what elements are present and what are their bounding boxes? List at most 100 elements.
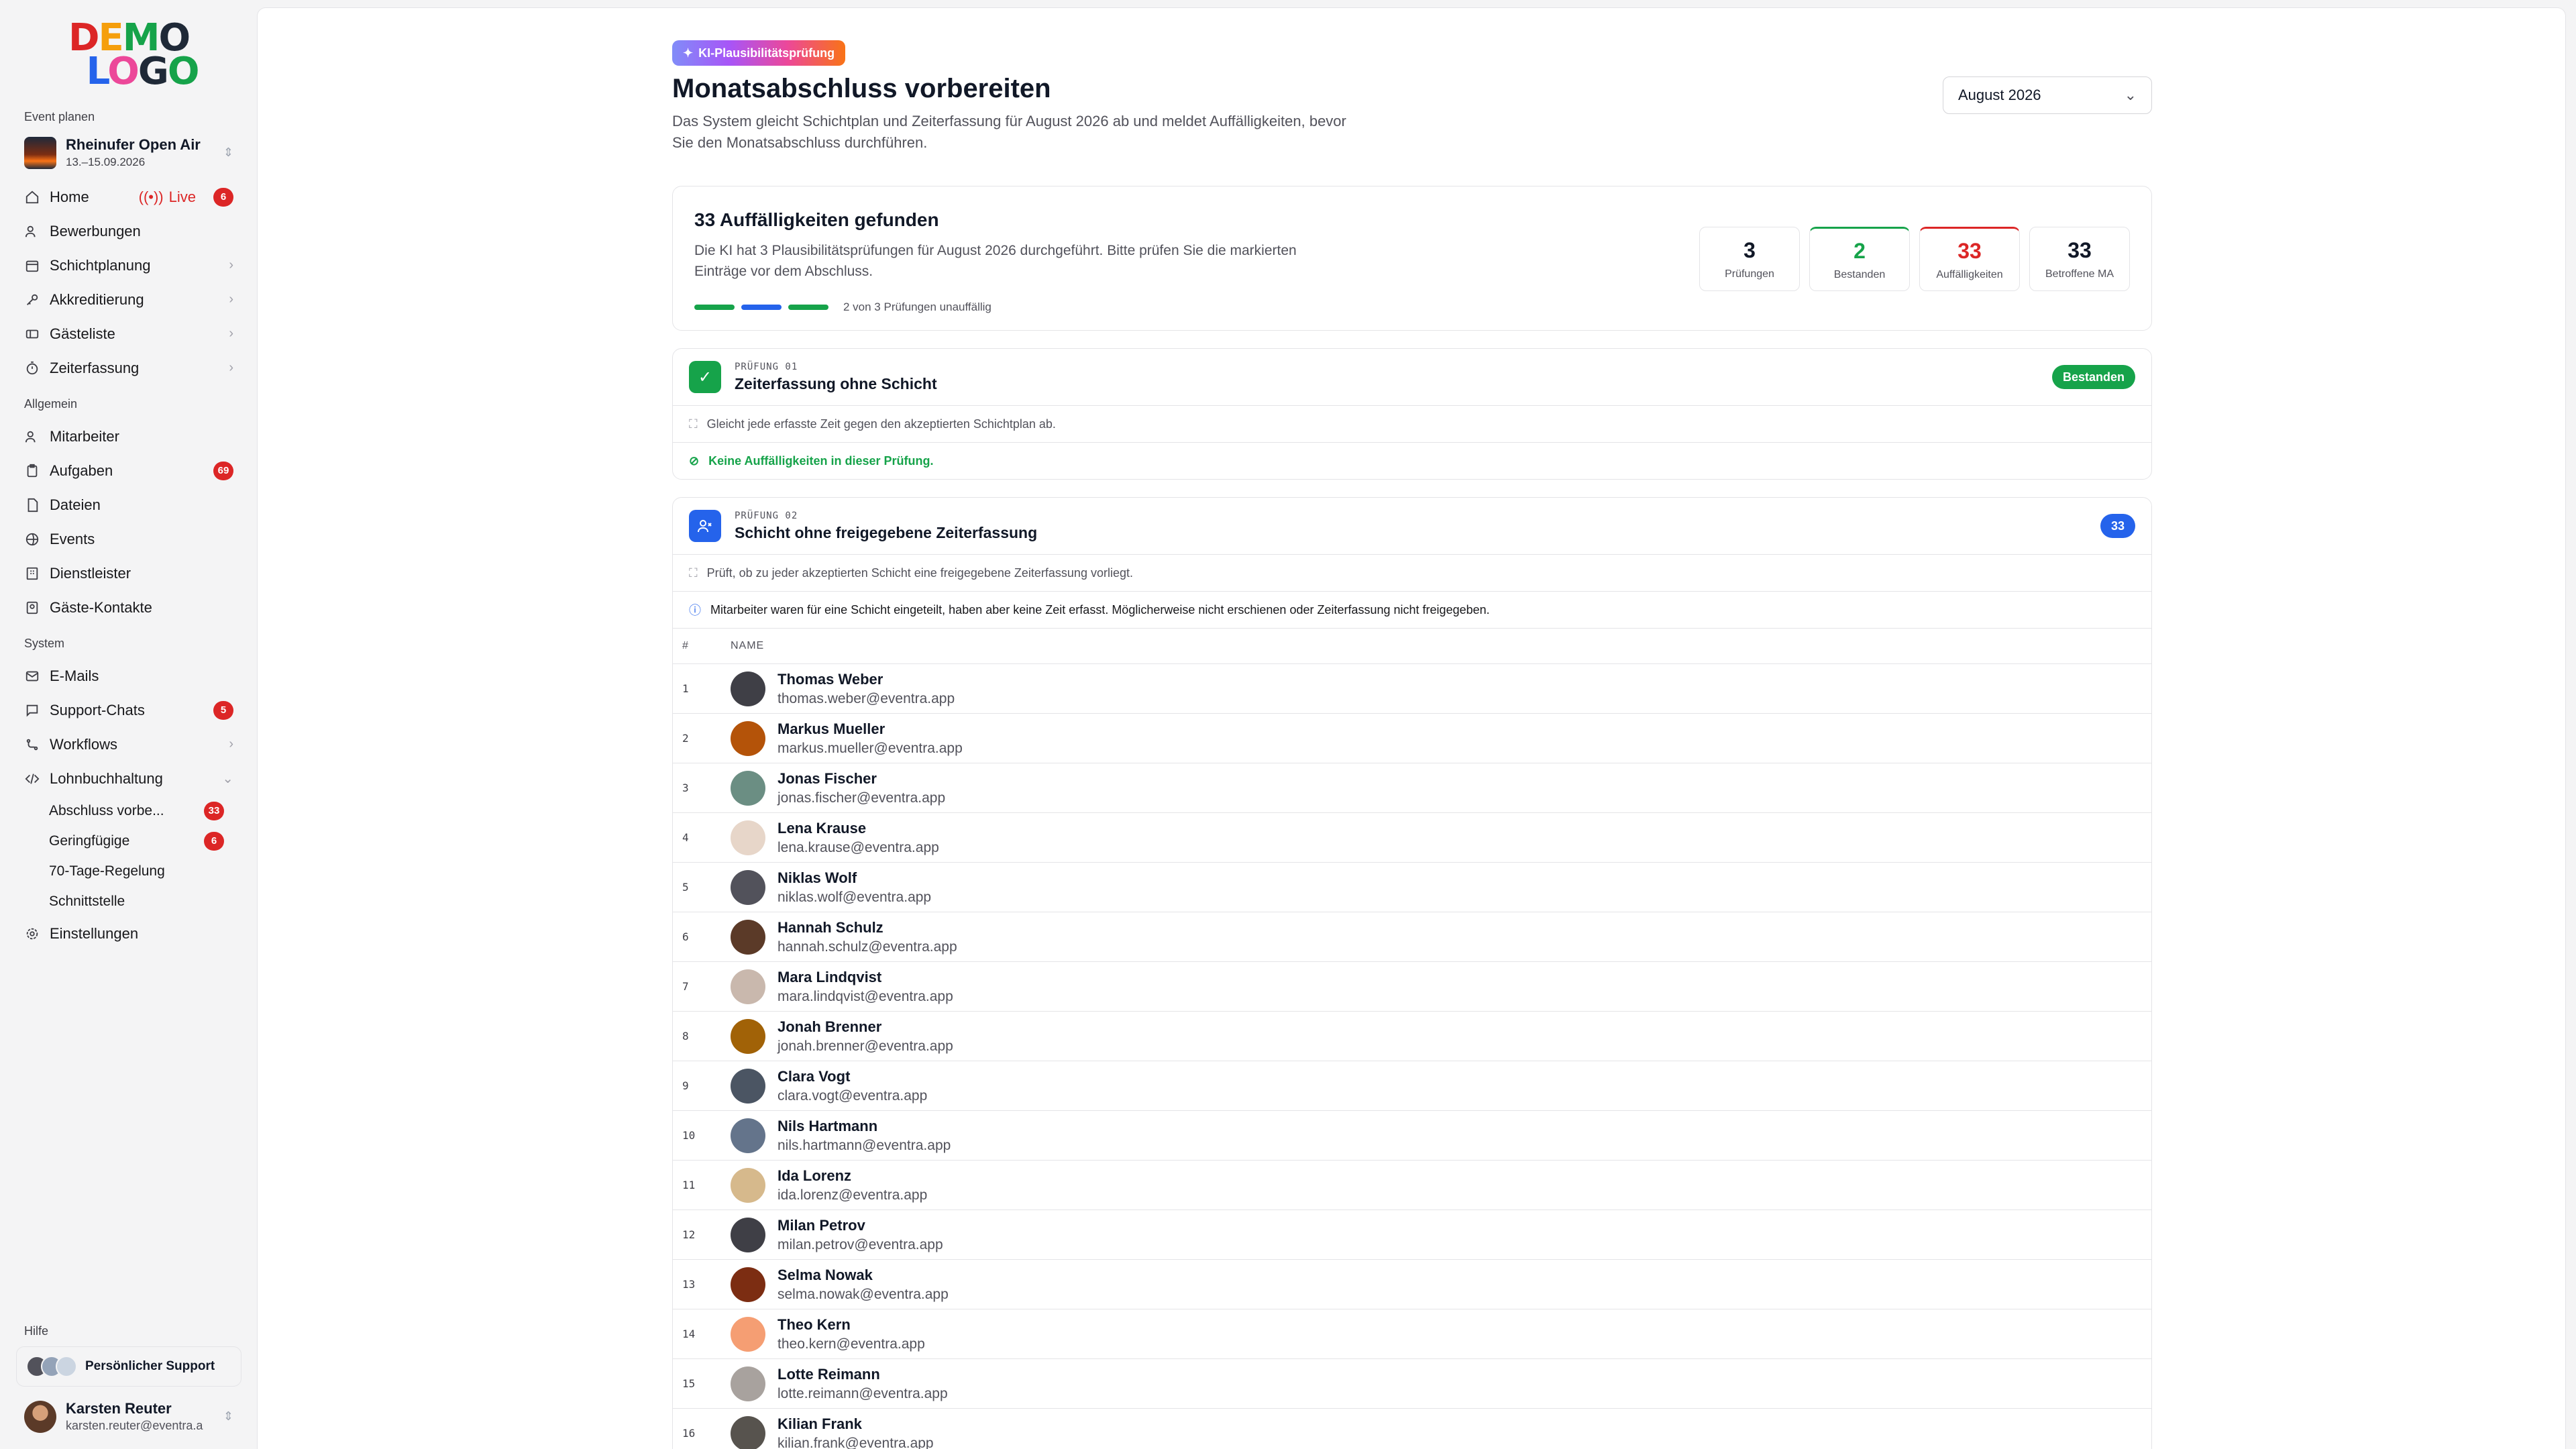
avatar bbox=[731, 969, 765, 1004]
sidebar-item-akkreditierung[interactable]: Akkreditierung › bbox=[16, 282, 241, 317]
column-header-name: NAME bbox=[731, 640, 765, 651]
table-row[interactable]: 14 Theo Kern theo.kern@eventra.app bbox=[673, 1309, 2151, 1359]
row-number: 5 bbox=[682, 881, 689, 894]
personal-support-button[interactable]: Persönlicher Support bbox=[16, 1346, 241, 1387]
row-number: 4 bbox=[682, 831, 689, 844]
event-switcher[interactable]: Rheinufer Open Air 13.–15.09.2026 ⇕ bbox=[16, 132, 241, 173]
table-row[interactable]: 7 Mara Lindqvist mara.lindqvist@eventra.ap… bbox=[673, 962, 2151, 1012]
stat-value: 33 bbox=[1957, 238, 1982, 263]
sidebar-subitem-schnittstelle[interactable]: Schnittstelle bbox=[16, 886, 241, 916]
sidebar-item-mitarbeiter[interactable]: Mitarbeiter bbox=[16, 419, 241, 453]
sidebar-item-label: Events bbox=[50, 530, 95, 547]
user-menu[interactable]: Karsten Reuter karsten.reuter@eventra.a … bbox=[16, 1387, 241, 1433]
sidebar-item-label: Home bbox=[50, 188, 89, 205]
table-row[interactable]: 15 Lotte Reimann lotte.reimann@eventra.app bbox=[673, 1359, 2151, 1409]
support-label: Persönlicher Support bbox=[85, 1359, 215, 1373]
sidebar-item-zeiterfassung[interactable]: Zeiterfassung › bbox=[16, 351, 241, 385]
sidebar-subitem-geringfuegige[interactable]: Geringfügige 6 bbox=[16, 826, 241, 856]
employee-email: clara.vogt@eventra.app bbox=[777, 1087, 928, 1104]
section-allgemein: Allgemein bbox=[24, 397, 78, 411]
employee-email: selma.nowak@eventra.app bbox=[777, 1286, 949, 1302]
contact-icon bbox=[24, 600, 40, 616]
sidebar-item-home[interactable]: Home ((•)) Live 6 bbox=[16, 180, 241, 214]
sidebar-item-dienstleister[interactable]: Dienstleister bbox=[16, 556, 241, 590]
table-row[interactable]: 2 Markus Mueller markus.mueller@eventra.ap… bbox=[673, 714, 2151, 763]
globe-icon bbox=[24, 531, 40, 547]
key-icon bbox=[24, 292, 40, 308]
sidebar-item-einstellungen[interactable]: Einstellungen bbox=[16, 916, 241, 951]
section-hilfe: Hilfe bbox=[24, 1324, 49, 1338]
employee-email: nils.hartmann@eventra.app bbox=[777, 1137, 951, 1153]
aufgaben-badge: 69 bbox=[213, 461, 233, 480]
ticket-icon bbox=[24, 326, 40, 342]
check-info: ⓘ Mitarbeiter waren für eine Schicht ein… bbox=[673, 592, 2151, 629]
logo-line-2: LOGO bbox=[86, 50, 200, 93]
sidebar-item-events[interactable]: Events bbox=[16, 522, 241, 556]
table-row[interactable]: 8 Jonah Brenner jonah.brenner@eventra.app bbox=[673, 1012, 2151, 1061]
users-icon bbox=[24, 429, 40, 445]
sidebar-subitem-abschluss[interactable]: Abschluss vorbe... 33 bbox=[16, 796, 241, 826]
sidebar-item-label: Akkreditierung bbox=[50, 290, 144, 308]
row-number: 14 bbox=[682, 1328, 696, 1340]
sidebar-item-emails[interactable]: E-Mails bbox=[16, 659, 241, 693]
check-header[interactable]: PRÜFUNG 02 Schicht ohne freigegebene Zei… bbox=[673, 498, 2151, 555]
sidebar-item-gaesteliste[interactable]: Gästeliste › bbox=[16, 317, 241, 351]
table-row[interactable]: 1 Thomas Weber thomas.weber@eventra.app bbox=[673, 664, 2151, 714]
employee-email: niklas.wolf@eventra.app bbox=[777, 889, 932, 905]
count-badge: 33 bbox=[2100, 514, 2135, 538]
table-row[interactable]: 16 Kilian Frank kilian.frank@eventra.app bbox=[673, 1409, 2151, 1449]
help-section: Hilfe Persönlicher Support Karsten Reute… bbox=[16, 1312, 241, 1433]
sparkle-icon: ✦ bbox=[683, 46, 694, 60]
avatar bbox=[731, 1217, 765, 1252]
support-avatars bbox=[26, 1356, 77, 1377]
row-number: 9 bbox=[682, 1079, 689, 1092]
table-row[interactable]: 13 Selma Nowak selma.nowak@eventra.app bbox=[673, 1260, 2151, 1309]
employee-email: kilian.frank@eventra.app bbox=[777, 1435, 934, 1449]
progress-segment bbox=[694, 305, 735, 310]
sidebar-subitem-70-tage[interactable]: 70-Tage-Regelung bbox=[16, 856, 241, 886]
logo[interactable]: DEMO LOGO bbox=[16, 19, 241, 93]
employee-name: Ida Lorenz bbox=[777, 1167, 852, 1184]
table-row[interactable]: 5 Niklas Wolf niklas.wolf@eventra.app bbox=[673, 863, 2151, 912]
employee-email: milan.petrov@eventra.app bbox=[777, 1236, 943, 1252]
geringfuegige-badge: 6 bbox=[204, 831, 224, 851]
sidebar-item-schichtplanung[interactable]: Schichtplanung › bbox=[16, 248, 241, 282]
row-number: 15 bbox=[682, 1377, 696, 1390]
table-row[interactable]: 12 Milan Petrov milan.petrov@eventra.app bbox=[673, 1210, 2151, 1260]
table-row[interactable]: 10 Nils Hartmann nils.hartmann@eventra.app bbox=[673, 1111, 2151, 1161]
mail-icon bbox=[24, 668, 40, 684]
sidebar-item-lohnbuchhaltung[interactable]: Lohnbuchhaltung ⌄ bbox=[16, 761, 241, 796]
sidebar-item-bewerbungen[interactable]: Bewerbungen bbox=[16, 214, 241, 248]
workflow-icon bbox=[24, 737, 40, 753]
sidebar-item-label: Zeiterfassung bbox=[50, 359, 140, 376]
sidebar-item-label: Dienstleister bbox=[50, 564, 131, 582]
progress-text: 2 von 3 Prüfungen unauffällig bbox=[843, 301, 991, 313]
table-header: # NAME bbox=[673, 629, 2151, 664]
check-title: Zeiterfassung ohne Schicht bbox=[735, 374, 937, 392]
building-icon bbox=[24, 566, 40, 582]
sidebar-subitem-label: 70-Tage-Regelung bbox=[49, 863, 165, 879]
employee-email: jonah.brenner@eventra.app bbox=[777, 1038, 953, 1054]
sidebar-item-support-chats[interactable]: Support-Chats 5 bbox=[16, 693, 241, 727]
table-row[interactable]: 6 Hannah Schulz hannah.schulz@eventra.app bbox=[673, 912, 2151, 962]
employee-email: hannah.schulz@eventra.app bbox=[777, 938, 957, 955]
sidebar-item-dateien[interactable]: Dateien bbox=[16, 488, 241, 522]
sidebar-item-aufgaben[interactable]: Aufgaben 69 bbox=[16, 453, 241, 488]
avatar bbox=[731, 1415, 765, 1449]
sidebar-item-label: E-Mails bbox=[50, 667, 99, 684]
row-number: 11 bbox=[682, 1179, 696, 1191]
sidebar-item-gaeste-kontakte[interactable]: Gäste-Kontakte bbox=[16, 590, 241, 625]
table-row[interactable]: 3 Jonas Fischer jonas.fischer@eventra.app bbox=[673, 763, 2151, 813]
table-row[interactable]: 11 Ida Lorenz ida.lorenz@eventra.app bbox=[673, 1161, 2151, 1210]
table-row[interactable]: 9 Clara Vogt clara.vogt@eventra.app bbox=[673, 1061, 2151, 1111]
employee-email: lena.krause@eventra.app bbox=[777, 839, 939, 855]
employee-email: thomas.weber@eventra.app bbox=[777, 690, 955, 706]
avatar bbox=[731, 671, 765, 706]
sidebar-subitem-label: Schnittstelle bbox=[49, 893, 125, 909]
month-select[interactable]: August 2026 ⌄ bbox=[1943, 76, 2152, 114]
table-row[interactable]: 4 Lena Krause lena.krause@eventra.app bbox=[673, 813, 2151, 863]
check-header[interactable]: ✓ PRÜFUNG 01 Zeiterfassung ohne Schicht … bbox=[673, 349, 2151, 406]
sidebar-item-workflows[interactable]: Workflows › bbox=[16, 727, 241, 761]
avatar bbox=[731, 1316, 765, 1352]
employee-name: Selma Nowak bbox=[777, 1266, 873, 1283]
